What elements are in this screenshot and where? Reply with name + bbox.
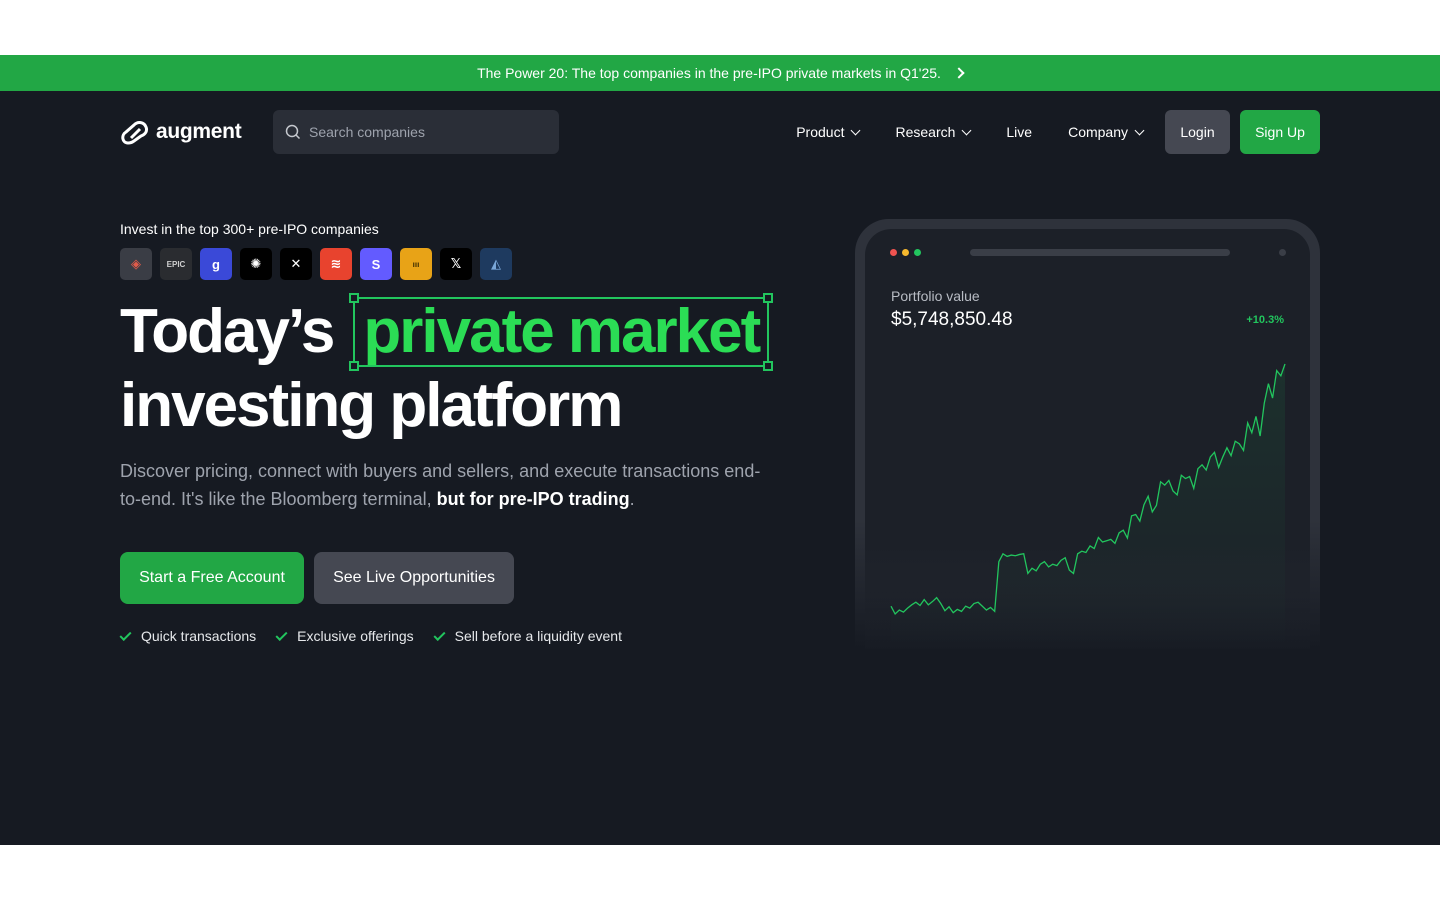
search-input[interactable] — [309, 124, 549, 140]
device-mockup: Portfolio value $5,748,850.48 +10.3% — [855, 219, 1320, 649]
promo-banner[interactable]: The Power 20: The top companies in the p… — [0, 55, 1440, 91]
feature-item: Sell before a liquidity event — [433, 628, 622, 644]
feature-item: Quick transactions — [119, 628, 257, 644]
feature-item: Exclusive offerings — [275, 628, 414, 644]
hero-headline: Today’s private market investing platfor… — [120, 293, 774, 443]
brand-name: augment — [156, 120, 242, 143]
start-free-account-button[interactable]: Start a Free Account — [120, 552, 304, 604]
spacex-logo[interactable]: ✕ — [280, 248, 312, 280]
glean-logo[interactable]: g — [200, 248, 232, 280]
subtext-bold: but for pre-IPO trading — [436, 489, 630, 509]
headline-prefix: Today’s — [120, 297, 335, 366]
chart-area — [891, 364, 1285, 649]
hero-subtext: Discover pricing, connect with buyers an… — [120, 457, 780, 513]
subtext-end: . — [629, 489, 635, 509]
feature-label: Exclusive offerings — [297, 628, 414, 644]
promo-text: The Power 20: The top companies in the p… — [477, 65, 941, 81]
check-icon — [433, 628, 446, 641]
nav-item-company[interactable]: Company — [1068, 124, 1145, 140]
chevron-down-icon — [851, 125, 861, 135]
nav-menu: Product Research Live Company Login Sign… — [796, 110, 1320, 154]
top-nav: augment Product Research Live Company — [120, 110, 1320, 154]
see-live-opportunities-button[interactable]: See Live Opportunities — [314, 552, 514, 604]
chevron-down-icon — [1134, 125, 1145, 135]
device-screen: Portfolio value $5,748,850.48 +10.3% — [865, 229, 1310, 649]
feature-label: Sell before a liquidity event — [454, 628, 622, 644]
feature-label: Quick transactions — [141, 628, 257, 644]
chevron-down-icon — [961, 125, 972, 135]
layers-logo[interactable]: ≋ — [320, 248, 352, 280]
headline-highlight: private market — [349, 293, 774, 371]
epic-games-logo[interactable]: EPIC — [160, 248, 192, 280]
stripe-logo[interactable]: S — [360, 248, 392, 280]
check-icon — [119, 628, 132, 641]
selection-handle-icon — [349, 293, 360, 303]
chevron-right-icon — [953, 67, 965, 79]
nav-item-live[interactable]: Live — [1006, 124, 1032, 140]
selection-handle-icon — [763, 293, 774, 303]
nav-item-research[interactable]: Research — [895, 124, 972, 140]
augment-logo-icon — [121, 121, 148, 145]
page: The Power 20: The top companies in the p… — [0, 55, 1440, 845]
brand-logo[interactable]: augment — [120, 119, 273, 145]
selection-handle-icon — [763, 361, 774, 371]
login-button[interactable]: Login — [1165, 110, 1230, 154]
portfolio-chart — [890, 363, 1286, 649]
selection-handle-icon — [349, 361, 360, 371]
signup-button[interactable]: Sign Up — [1240, 110, 1320, 154]
x-logo[interactable]: 𝕏 — [440, 248, 472, 280]
nav-item-label: Product — [796, 124, 845, 140]
nav-item-label: Company — [1068, 124, 1128, 140]
nav-item-label: Research — [895, 124, 956, 140]
brex-logo[interactable]: ııı — [400, 248, 432, 280]
check-icon — [275, 628, 288, 641]
headline-line2: investing platform — [120, 371, 623, 440]
nav-item-product[interactable]: Product — [796, 124, 861, 140]
company-logo-row: ◈ EPIC g ✺ ✕ ≋ Sııı 𝕏 ◭ — [120, 248, 512, 280]
hero-eyebrow: Invest in the top 300+ pre-IPO companies — [120, 221, 379, 237]
search-icon — [285, 124, 301, 140]
anduril-logo[interactable]: ◭ — [480, 248, 512, 280]
nav-item-label: Live — [1006, 124, 1033, 140]
openai-logo[interactable]: ✺ — [240, 248, 272, 280]
headline-highlight-text: private market — [363, 297, 761, 366]
databricks-logo[interactable]: ◈ — [120, 248, 152, 280]
search-box[interactable] — [273, 110, 559, 154]
feature-list: Quick transactions Exclusive offerings S… — [119, 628, 622, 644]
